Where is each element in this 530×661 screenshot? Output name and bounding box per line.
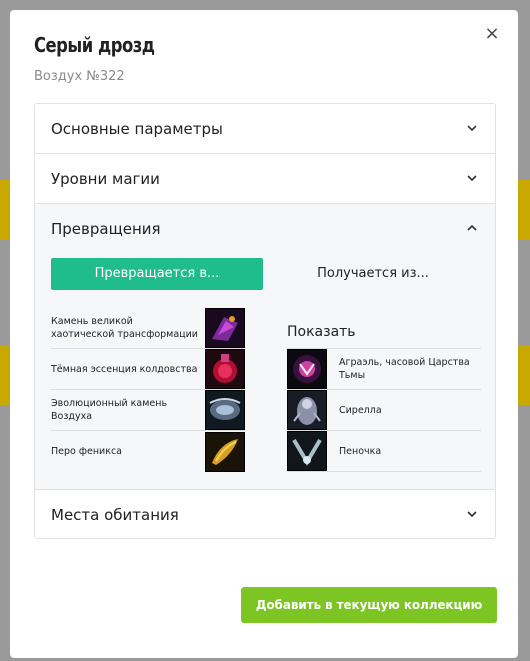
air-evolution-stone-icon: [205, 390, 245, 430]
accordion-label: Уровни магии: [51, 169, 160, 188]
item-label: Камень великой хаотической трансформации: [51, 316, 198, 340]
results-list: Показать Аграэль, часовой Царства Тьмы С…: [287, 308, 481, 472]
chevron-down-icon: [467, 175, 477, 182]
ingredients-list: Камень великой хаотической трансформации…: [51, 308, 245, 472]
list-item[interactable]: Тёмная эссенция колдовства: [51, 349, 245, 390]
list-item[interactable]: Эволюционный камень Воздуха: [51, 390, 245, 431]
creature-modal: × Серый дрозд Воздух №322 Основные парам…: [10, 10, 518, 658]
list-item[interactable]: Пеночка: [287, 431, 481, 472]
list-item[interactable]: Камень великой хаотической трансформации: [51, 308, 245, 349]
tab-transforms-into[interactable]: Превращается в...: [51, 258, 263, 290]
accordion-transformations-panel: Превращения Превращается в... Получается…: [35, 204, 495, 490]
list-item[interactable]: Перо феникса: [51, 431, 245, 472]
backdrop-strip: [518, 180, 530, 240]
item-label: Сирелла: [339, 404, 382, 416]
item-label: Эволюционный камень Воздуха: [51, 398, 168, 422]
accordion: Основные параметры Уровни магии Превраще…: [34, 103, 496, 539]
phoenix-feather-icon: [205, 431, 245, 472]
backdrop-strip: [0, 345, 10, 405]
chevron-down-icon: [467, 511, 477, 518]
modal-subtitle: Воздух №322: [34, 69, 125, 84]
close-icon[interactable]: ×: [484, 25, 500, 43]
backdrop-strip: [0, 180, 10, 240]
item-label: Тёмная эссенция колдовства: [51, 363, 198, 375]
tab-obtained-from[interactable]: Получается из...: [267, 258, 479, 290]
accordion-label: Места обитания: [51, 506, 179, 524]
sirella-icon: [287, 390, 327, 430]
accordion-transformations[interactable]: Превращения: [35, 204, 495, 254]
item-label: Перо феникса: [51, 446, 122, 457]
chaos-stone-icon: [205, 308, 245, 348]
add-to-collection-button[interactable]: Добавить в текущую коллекцию: [241, 587, 497, 623]
accordion-magic-levels[interactable]: Уровни магии: [35, 154, 495, 204]
agrael-icon: [287, 349, 327, 389]
accordion-label: Превращения: [51, 220, 161, 238]
chevron-up-icon: [467, 224, 477, 231]
item-label: Пеночка: [339, 445, 382, 457]
penochka-icon: [287, 431, 327, 471]
dark-essence-icon: [205, 349, 245, 389]
accordion-habitats[interactable]: Места обитания: [35, 490, 495, 538]
item-label: Аграэль, часовой Царства Тьмы: [339, 357, 470, 381]
accordion-label: Основные параметры: [51, 119, 223, 138]
list-item[interactable]: Аграэль, часовой Царства Тьмы: [287, 349, 481, 390]
chevron-down-icon: [467, 125, 477, 132]
modal-title: Серый дрозд: [34, 33, 155, 57]
backdrop-strip: [518, 345, 530, 405]
accordion-basic-params[interactable]: Основные параметры: [35, 104, 495, 154]
show-label[interactable]: Показать: [287, 308, 481, 349]
list-item[interactable]: Сирелла: [287, 390, 481, 431]
